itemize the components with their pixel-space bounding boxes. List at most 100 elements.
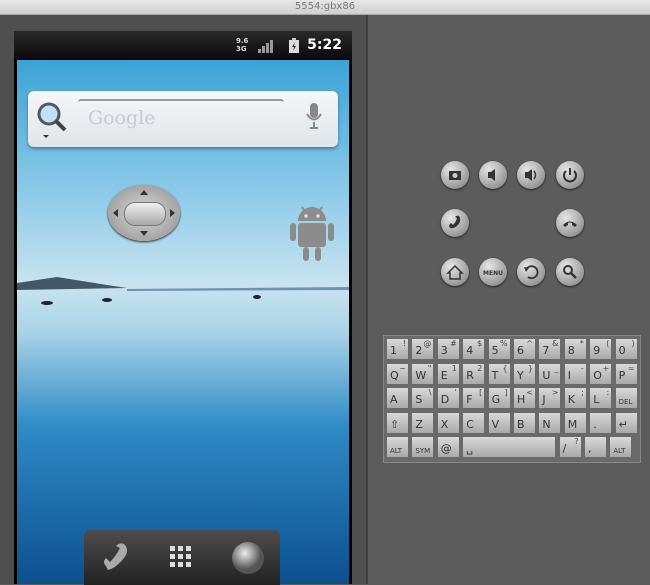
key-label: Q [390, 368, 399, 382]
power-button[interactable] [556, 161, 584, 189]
key-@[interactable]: @ [436, 436, 460, 459]
emulator-controls-panel [366, 15, 650, 584]
key-↵[interactable]: ↵ [614, 411, 638, 434]
key-u[interactable]: U _ [538, 362, 562, 385]
wallpaper-landscape [17, 277, 349, 305]
key-e[interactable]: E1 [436, 362, 460, 385]
key-m[interactable]: M [563, 411, 587, 434]
browser-globe-icon[interactable] [230, 540, 266, 576]
key-h[interactable]: H < [513, 387, 536, 410]
key-x[interactable]: X [436, 411, 460, 434]
key-c[interactable]: C [462, 411, 486, 434]
dpad-center-button[interactable] [124, 202, 166, 226]
dpad[interactable] [108, 185, 180, 241]
phone-icon[interactable] [98, 540, 134, 576]
key-label: S [415, 393, 423, 407]
key-label: 9 [593, 344, 601, 357]
key-/[interactable]: /? [558, 436, 582, 459]
key-sym[interactable]: SYM [411, 436, 435, 459]
key-alt[interactable]: ALT [609, 436, 633, 459]
key-alt-label: [ [479, 388, 483, 398]
key-y[interactable]: Y} [513, 362, 536, 385]
key-alt-label: + [602, 363, 610, 373]
key-label: V [491, 417, 500, 431]
network-speed: 9.6 [236, 37, 249, 45]
key-p[interactable]: P = [614, 362, 638, 385]
key-1[interactable]: 1! [386, 338, 409, 360]
search-input[interactable]: Google [78, 99, 284, 135]
microphone-icon[interactable] [304, 103, 324, 133]
key-label: 8 [567, 344, 575, 357]
key-v[interactable]: V [487, 411, 511, 434]
key-alt-label: ? [574, 437, 579, 447]
key-t[interactable]: T{ [487, 362, 511, 385]
home-button[interactable] [441, 258, 469, 286]
key-,[interactable]: , [584, 436, 607, 459]
volume-down-icon [488, 169, 495, 181]
call-button[interactable] [441, 209, 469, 237]
key-d[interactable]: D ' [436, 387, 460, 410]
home-screen[interactable]: Google •• •• [17, 60, 349, 584]
key-z[interactable]: Z [411, 411, 435, 434]
key-alt[interactable]: ALT [386, 436, 409, 459]
key-del[interactable]: DEL [614, 387, 638, 410]
key-j[interactable]: J > [538, 387, 562, 410]
clock: 5:22 [307, 37, 342, 53]
volume-up-button[interactable] [517, 161, 545, 189]
key-label: R [466, 368, 474, 382]
key-alt-label: & [552, 339, 559, 348]
end-call-icon [563, 221, 577, 227]
key-.[interactable]: . [589, 411, 613, 434]
key-label: H [517, 393, 526, 407]
key-3[interactable]: 3 # [436, 338, 460, 360]
key-b[interactable]: B [513, 411, 536, 434]
google-search-widget[interactable]: Google [28, 91, 338, 147]
back-icon [524, 265, 539, 280]
end-call-button[interactable] [556, 209, 584, 237]
key-o[interactable]: O + [589, 362, 613, 385]
menu-icon: MENU [483, 270, 503, 277]
key-g[interactable]: G] [487, 387, 511, 410]
key-alt-label: ^ [526, 339, 533, 348]
android-robot-icon[interactable] [289, 201, 335, 265]
key-label: Y [517, 368, 524, 382]
key-label: U [542, 368, 551, 382]
key-w[interactable]: W " [411, 362, 435, 385]
key-label: I [567, 368, 572, 382]
volume-down-button[interactable] [479, 161, 507, 189]
key-n[interactable]: N [538, 411, 562, 434]
search-icon[interactable] [34, 100, 68, 140]
search-button[interactable] [556, 258, 584, 286]
window-titlebar: 5554:gbx86 [0, 0, 650, 15]
key-6[interactable]: 6 ^ [513, 338, 536, 360]
key-alt-label: { [502, 363, 508, 373]
key-⇧[interactable]: ⇧ [386, 411, 409, 434]
key-label: ⇧ [390, 417, 400, 431]
key-0[interactable]: 0) [614, 338, 638, 360]
key-l[interactable]: L: [589, 387, 613, 410]
key-f[interactable]: F[ [462, 387, 486, 410]
key-4[interactable]: 4 $ [462, 338, 486, 360]
key-2[interactable]: 2 @ [411, 338, 435, 360]
key-5[interactable]: 5% [487, 338, 511, 360]
key-label: N [542, 417, 551, 431]
key-space[interactable]: ␣ [462, 436, 557, 459]
key-7[interactable]: 7 & [538, 338, 562, 360]
key-s[interactable]: S \ [411, 387, 435, 410]
key-q[interactable]: Q ~ [386, 362, 409, 385]
app-drawer-icon[interactable] [164, 540, 200, 576]
phone-frame: 9.6 3G 5:22 Google [14, 31, 352, 585]
key-a[interactable]: A [386, 387, 409, 410]
camera-button[interactable] [441, 161, 469, 189]
key-alt-label: ) [631, 339, 635, 348]
key-alt-label: $ [477, 339, 483, 348]
key-k[interactable]: K; [563, 387, 587, 410]
key-9[interactable]: 9( [589, 338, 613, 360]
key-label: C [466, 417, 474, 431]
key-alt-label: _ [554, 363, 559, 373]
menu-button[interactable]: MENU [479, 258, 507, 286]
key-i[interactable]: I- [563, 362, 587, 385]
key-8[interactable]: 8 * [563, 338, 587, 360]
key-r[interactable]: R2 [462, 362, 486, 385]
back-button[interactable] [517, 258, 545, 286]
